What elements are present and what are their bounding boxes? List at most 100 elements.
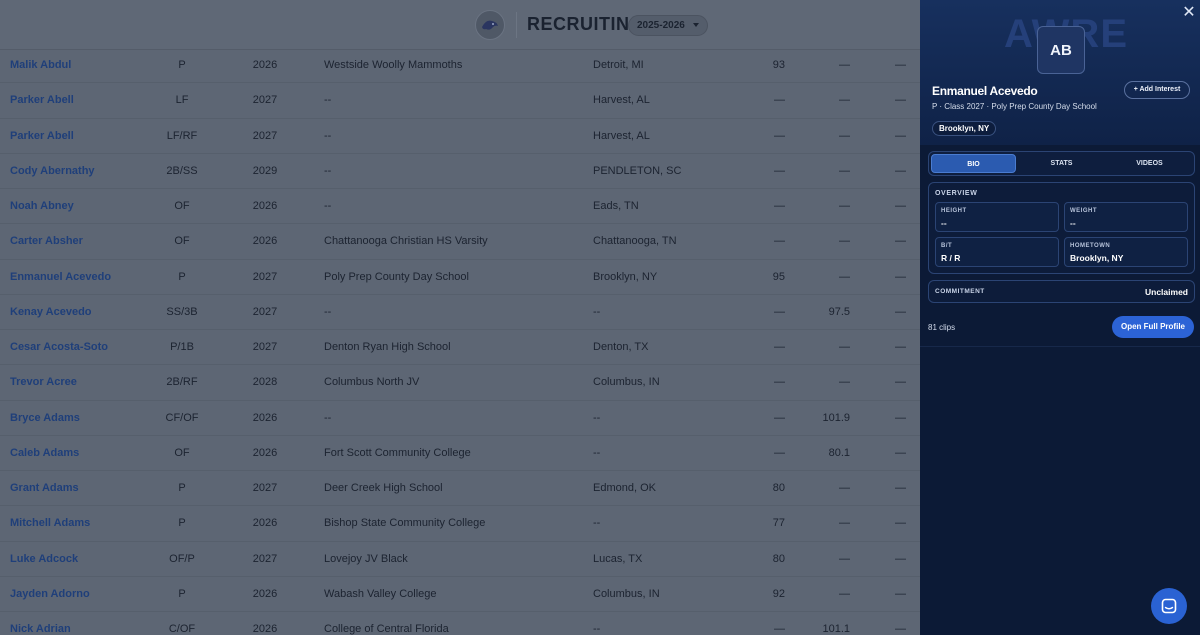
class-year-cell: 2026 (252, 59, 278, 71)
location-cell: -- (593, 446, 601, 459)
table-row[interactable]: Noah Abney OF 2026 -- Eads, TN — — — (0, 189, 920, 225)
table-row[interactable]: Luke Adcock OF/P 2027 Lovejoy JV Black Lucas… (0, 542, 920, 577)
player-meta: P · Class 2027 · Poly Prep County Day Sc… (932, 102, 1097, 111)
table-row[interactable]: Jayden Adorno P 2026 Wabash Valley College C… (0, 577, 920, 612)
player-name-link[interactable]: Enmanuel Acevedo (10, 271, 111, 283)
stat-label: HEIGHT (941, 208, 967, 214)
metric-cell: — (839, 200, 850, 212)
school-cell: Fort Scott Community College (324, 446, 471, 459)
table-row[interactable]: Parker Abell LF/RF 2027 -- Harvest, AL — — — (0, 119, 920, 154)
stat-weight: WEIGHT -- (1064, 202, 1188, 232)
stat-bats-throws: B/T R / R (935, 237, 1059, 267)
player-name-link[interactable]: Caleb Adams (10, 447, 79, 459)
stat-label: HOMETOWN (1070, 243, 1111, 249)
school-cell: Chattanooga Christian HS Varsity (324, 235, 488, 248)
player-name-link[interactable]: Jayden Adorno (10, 588, 90, 600)
metric-cell: — (839, 235, 850, 248)
panel-hero: AWRE AB ✕ Enmanuel Acevedo P · Class 202… (920, 0, 1200, 145)
class-year-cell: 2026 (252, 623, 278, 635)
position-cell: P (178, 59, 186, 71)
position-cell: SS/3B (166, 305, 198, 318)
location-cell: PENDLETON, SC (593, 164, 682, 177)
stat-value: R / R (941, 253, 961, 263)
stat-label: WEIGHT (1070, 208, 1097, 214)
metric-cell: 77 (772, 517, 785, 530)
player-name-link[interactable]: Malik Abdul (10, 59, 71, 71)
table-row[interactable]: Malik Abdul P 2026 Westside Woolly Mammoths… (0, 48, 920, 84)
player-name-link[interactable]: Luke Adcock (10, 553, 78, 565)
table-row[interactable]: Mitchell Adams P 2026 Bishop State Communit… (0, 506, 920, 542)
chevron-down-icon (692, 23, 699, 27)
player-name-link[interactable]: Cody Abernathy (10, 165, 95, 177)
location-cell: Columbus, IN (593, 376, 660, 389)
season-select[interactable]: 2025-2026 (628, 15, 708, 36)
table-row[interactable]: Enmanuel Acevedo P 2027 Poly Prep County Da… (0, 260, 920, 295)
player-name-link[interactable]: Noah Abney (10, 200, 74, 212)
metric-cell: — (774, 446, 785, 459)
metric-cell: — (774, 164, 785, 177)
position-cell: P (178, 587, 186, 600)
location-cell: Harvest, AL (593, 94, 650, 107)
table-row[interactable]: Trevor Acree 2B/RF 2028 Columbus North JV Co… (0, 365, 920, 401)
tab-stats[interactable]: STATS (1019, 154, 1104, 173)
tab-bio[interactable]: BIO (931, 154, 1016, 173)
table-row[interactable]: Grant Adams P 2027 Deer Creek High School Ed… (0, 471, 920, 507)
player-name-link[interactable]: Cesar Acosta-Soto (10, 341, 108, 353)
metric-cell: — (774, 376, 785, 389)
stat-value: Brooklyn, NY (1070, 253, 1124, 263)
location-cell: Columbus, IN (593, 587, 660, 600)
table-row[interactable]: Caleb Adams OF 2026 Fort Scott Community Co… (0, 436, 920, 471)
player-name-link[interactable]: Parker Abell (10, 130, 74, 142)
table-row[interactable]: Nick Adrian C/OF 2026 College of Central Fl… (0, 612, 920, 635)
player-name-link[interactable]: Carter Absher (10, 235, 83, 247)
metric-cell: — (839, 94, 850, 107)
location-cell: Detroit, MI (593, 59, 644, 71)
location-cell: Chattanooga, TN (593, 235, 677, 248)
close-icon[interactable]: ✕ (1182, 5, 1196, 21)
player-name-link[interactable]: Trevor Acree (10, 376, 77, 388)
metric-cell: — (774, 305, 785, 318)
class-year-cell: 2028 (252, 376, 278, 389)
tab-videos[interactable]: VIDEOS (1107, 154, 1192, 173)
page-title: RECRUITING (527, 14, 644, 34)
table-row[interactable]: Kenay Acevedo SS/3B 2027 -- -- — 97.5 — (0, 295, 920, 330)
player-name-link[interactable]: Bryce Adams (10, 412, 80, 424)
class-year-cell: 2027 (252, 94, 278, 107)
location-chip: Brooklyn, NY (932, 121, 997, 136)
metric-cell: — (839, 517, 850, 530)
class-year-cell: 2027 (252, 305, 278, 318)
metric-cell: — (774, 341, 785, 353)
player-name-link[interactable]: Grant Adams (10, 482, 79, 494)
table-row[interactable]: Bryce Adams CF/OF 2026 -- -- — 101.9 — (0, 401, 920, 436)
metric-cell: — (895, 376, 906, 389)
position-cell: OF/P (169, 552, 195, 565)
table-row[interactable]: Cesar Acosta-Soto P/1B 2027 Denton Ryan Hig… (0, 330, 920, 366)
open-full-profile-button[interactable]: Open Full Profile (1112, 316, 1194, 338)
class-year-cell: 2027 (252, 552, 278, 565)
metric-cell: — (774, 411, 785, 424)
chat-icon[interactable] (1151, 588, 1187, 624)
position-cell: C/OF (168, 623, 196, 635)
metric-cell: — (839, 341, 850, 353)
metric-cell: — (839, 587, 850, 600)
metric-cell: — (895, 129, 906, 142)
position-cell: P/1B (170, 341, 194, 353)
metric-cell: — (839, 129, 850, 142)
stat-value: -- (941, 218, 947, 228)
team-logo-icon[interactable] (475, 10, 505, 40)
metric-cell: — (895, 587, 906, 600)
metric-cell: — (774, 200, 785, 212)
add-interest-button[interactable]: + Add Interest (1124, 81, 1190, 99)
player-name-link[interactable]: Mitchell Adams (10, 517, 90, 529)
metric-cell: — (839, 552, 850, 565)
position-cell: OF (174, 235, 190, 248)
class-year-cell: 2029 (252, 164, 278, 177)
table-row[interactable]: Parker Abell LF 2027 -- Harvest, AL — — — (0, 83, 920, 119)
player-name-link[interactable]: Kenay Acevedo (10, 306, 92, 318)
location-cell: -- (593, 411, 601, 424)
player-name-link[interactable]: Nick Adrian (10, 623, 71, 635)
table-row[interactable]: Carter Absher OF 2026 Chattanooga Christian… (0, 224, 920, 260)
player-name-link[interactable]: Parker Abell (10, 94, 74, 106)
table-row[interactable]: Cody Abernathy 2B/SS 2029 -- PENDLETON, SC — —… (0, 154, 920, 189)
stat-label: B/T (941, 243, 953, 249)
